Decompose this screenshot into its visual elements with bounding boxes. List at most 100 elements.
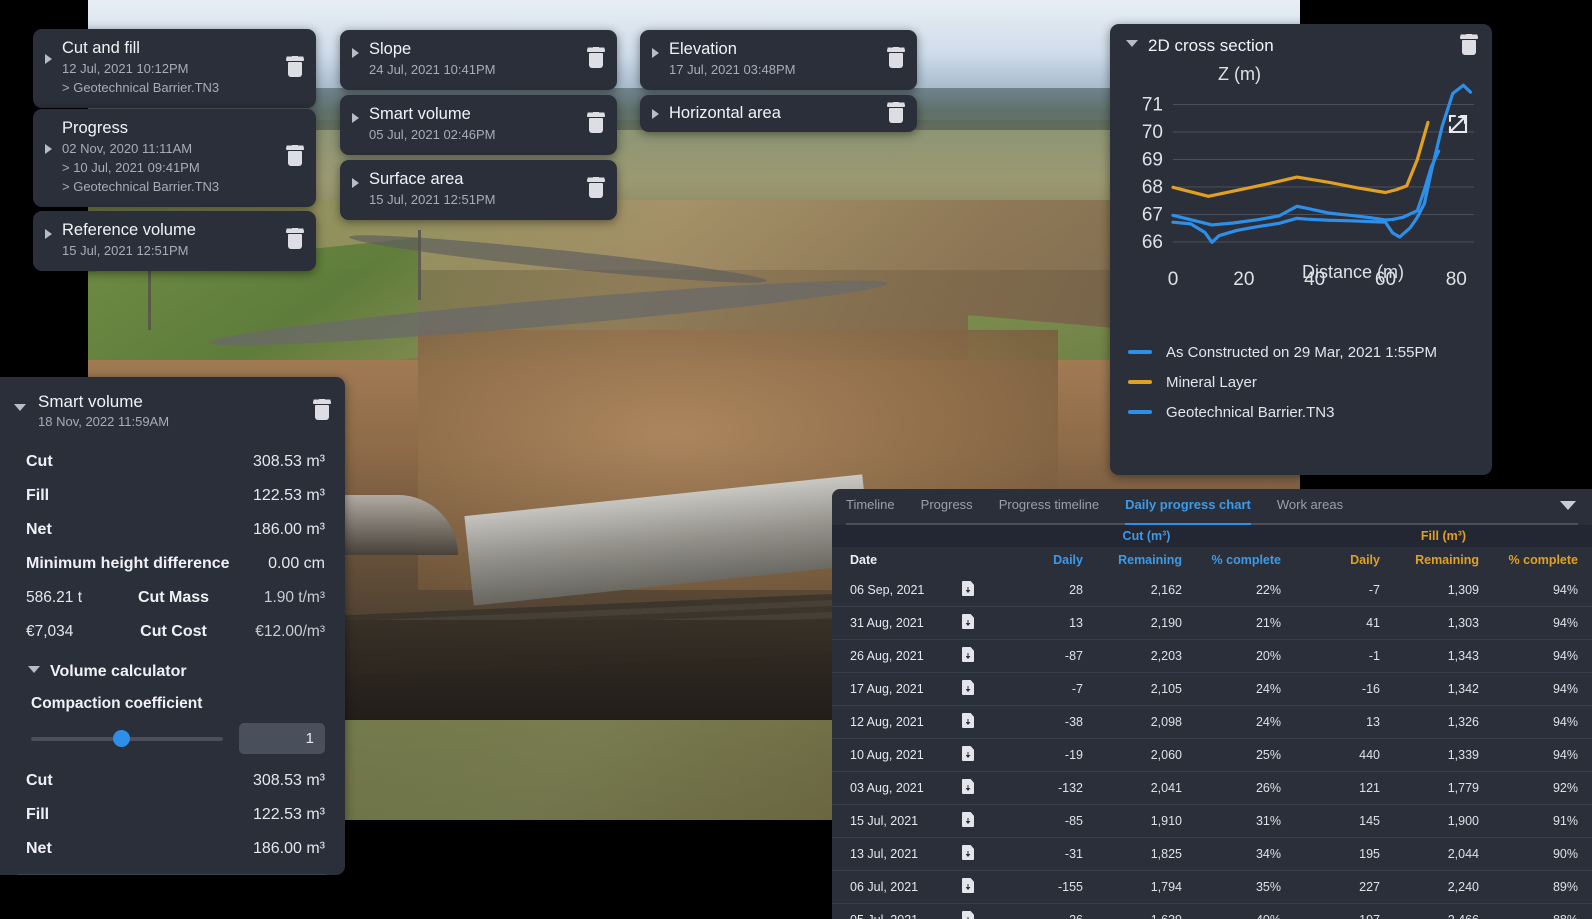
cell-document-icon[interactable] xyxy=(962,837,998,871)
y-tick-label: 69 xyxy=(1142,150,1163,171)
cell-document-icon[interactable] xyxy=(962,804,998,838)
column-header-fill-daily[interactable]: Daily xyxy=(1295,547,1394,574)
cell-cut-remaining: 1,910 xyxy=(1097,804,1196,838)
legend-item[interactable]: Mineral Layer xyxy=(1128,367,1492,397)
expand-triangle-icon[interactable] xyxy=(352,178,359,188)
document-download-icon[interactable] xyxy=(962,614,974,629)
metric-row: Net 186.00 m³ xyxy=(26,521,325,539)
collapse-triangle-icon[interactable] xyxy=(14,404,26,416)
tab-work-areas[interactable]: Work areas xyxy=(1277,497,1343,517)
active-tab-indicator xyxy=(1125,522,1251,525)
column-header-cut-daily[interactable]: Daily xyxy=(998,547,1097,574)
document-download-icon[interactable] xyxy=(962,581,974,596)
chart-y-axis-label: Z (m) xyxy=(1218,64,1261,84)
expand-triangle-icon[interactable] xyxy=(45,54,52,64)
table-row[interactable]: 26 Aug, 2021 -87 2,203 20% -1 1,343 94% xyxy=(832,639,1592,673)
expand-triangle-icon[interactable] xyxy=(652,48,659,58)
cell-document-icon[interactable] xyxy=(962,870,998,904)
document-download-icon[interactable] xyxy=(962,746,974,761)
volume-calculator-header[interactable]: Volume calculator xyxy=(0,657,345,681)
chevron-down-icon[interactable] xyxy=(1560,501,1576,510)
legend-item[interactable]: As Constructed on 29 Mar, 2021 1:55PM xyxy=(1128,337,1492,367)
expand-triangle-icon[interactable] xyxy=(352,113,359,123)
smart-volume-header[interactable]: Smart volume 18 Nov, 2022 11:59AM xyxy=(0,391,345,431)
expand-chart-icon[interactable] xyxy=(1446,112,1470,136)
layer-card-smart-volume[interactable]: Smart volume 05 Jul, 2021 02:46PM xyxy=(340,95,617,155)
document-download-icon[interactable] xyxy=(962,647,974,662)
layer-card-horizontal-area[interactable]: Horizontal area xyxy=(640,95,917,132)
expand-triangle-icon[interactable] xyxy=(352,48,359,58)
cell-document-icon[interactable] xyxy=(962,672,998,706)
document-download-icon[interactable] xyxy=(962,680,974,695)
tab-timeline[interactable]: Timeline xyxy=(846,497,895,517)
cell-cut-remaining: 2,105 xyxy=(1097,672,1196,706)
expand-triangle-icon[interactable] xyxy=(45,144,52,154)
layer-card-surface-area[interactable]: Surface area 15 Jul, 2021 12:51PM xyxy=(340,160,617,220)
cell-document-icon[interactable] xyxy=(962,639,998,673)
delete-icon[interactable] xyxy=(1460,34,1478,56)
metric-value: 186.00 m³ xyxy=(252,521,325,538)
table-row[interactable]: 05 Jul, 2021 -261,63940%-1972,46688% xyxy=(832,903,1592,919)
tab-progress-timeline[interactable]: Progress timeline xyxy=(999,497,1099,517)
cell-document-icon[interactable] xyxy=(962,771,998,805)
compaction-value-input[interactable] xyxy=(239,723,325,754)
tab-progress[interactable]: Progress xyxy=(921,497,973,517)
expand-triangle-icon[interactable] xyxy=(652,108,659,119)
cell-document-icon[interactable] xyxy=(962,606,998,640)
layer-card-cut-and-fill[interactable]: Cut and fill 12 Jul, 2021 10:12PM > Geot… xyxy=(33,29,316,108)
table-row[interactable]: 06 Jul, 2021 -155 1,794 35% 227 2,240 89% xyxy=(832,870,1592,904)
delete-icon[interactable] xyxy=(313,399,331,421)
document-download-icon[interactable] xyxy=(962,713,974,728)
delete-icon[interactable] xyxy=(286,228,304,250)
table-row[interactable]: 17 Aug, 2021 -7 2,105 24% -16 1,342 94% xyxy=(832,672,1592,706)
delete-icon[interactable] xyxy=(286,145,304,167)
table-row[interactable]: 13 Jul, 2021 -31 1,825 34% 195 2,044 90% xyxy=(832,837,1592,871)
column-header-cut-percent[interactable]: % complete xyxy=(1196,547,1295,574)
cross-section-header[interactable]: 2D cross section xyxy=(1110,34,1492,56)
metric-value: 0.00 cm xyxy=(268,555,325,572)
delete-icon[interactable] xyxy=(887,101,905,124)
layer-card-progress[interactable]: Progress 02 Nov, 2020 11:11AM > 10 Jul, … xyxy=(33,109,316,207)
column-header-cut-remaining[interactable]: Remaining xyxy=(1097,547,1196,574)
cell-document-icon[interactable] xyxy=(962,738,998,772)
table-row[interactable]: 12 Aug, 2021 -38 2,098 24% 13 1,326 94% xyxy=(832,705,1592,739)
cell-fill-daily: -1 xyxy=(1295,639,1394,673)
column-header-fill-percent[interactable]: % complete xyxy=(1493,547,1592,574)
table-row[interactable]: 31 Aug, 2021 13 2,190 21% 41 1,303 94% xyxy=(832,606,1592,640)
delete-icon[interactable] xyxy=(887,47,905,69)
document-download-icon[interactable] xyxy=(962,878,974,893)
table-row[interactable]: 06 Sep, 2021 28 2,162 22% -7 1,309 94% xyxy=(832,574,1592,607)
expand-triangle-icon[interactable] xyxy=(45,229,52,239)
cell-fill-percent: 90% xyxy=(1493,837,1592,871)
delete-icon[interactable] xyxy=(587,47,605,69)
column-header-date[interactable]: Date xyxy=(832,547,962,574)
column-header-fill-remaining[interactable]: Remaining xyxy=(1394,547,1493,574)
cell-fill-remaining: 1,342 xyxy=(1394,672,1493,706)
cell-document-icon[interactable] xyxy=(962,903,998,919)
layer-card-slope[interactable]: Slope 24 Jul, 2021 10:41PM xyxy=(340,30,617,90)
cell-cut-percent: 24% xyxy=(1196,705,1295,739)
slider-thumb[interactable] xyxy=(112,730,130,747)
document-download-icon[interactable] xyxy=(962,812,974,827)
delete-icon[interactable] xyxy=(286,55,304,78)
cell-fill-remaining: 1,900 xyxy=(1394,804,1493,838)
table-row[interactable]: 03 Aug, 2021 -132 2,041 26% 121 1,779 92% xyxy=(832,771,1592,805)
tab-daily-progress-chart[interactable]: Daily progress chart xyxy=(1125,497,1251,517)
collapse-triangle-icon[interactable] xyxy=(1126,40,1138,52)
cell-document-icon[interactable] xyxy=(962,574,998,607)
layer-card-reference-volume[interactable]: Reference volume 15 Jul, 2021 12:51PM xyxy=(33,211,316,271)
cell-document-icon[interactable] xyxy=(962,705,998,739)
collapse-triangle-icon[interactable] xyxy=(28,666,40,678)
delete-icon[interactable] xyxy=(587,112,605,134)
table-row[interactable]: 10 Aug, 2021 -19 2,060 25% 440 1,339 94% xyxy=(832,738,1592,772)
x-tick-label: 0 xyxy=(1168,269,1179,290)
document-download-icon[interactable] xyxy=(962,911,974,919)
table-row[interactable]: 15 Jul, 2021 -85 1,910 31% 145 1,900 91% xyxy=(832,804,1592,838)
document-download-icon[interactable] xyxy=(962,779,974,794)
compaction-slider[interactable] xyxy=(31,730,223,747)
delete-icon[interactable] xyxy=(587,177,605,199)
cell-cut-daily: -7 xyxy=(998,672,1097,706)
legend-item[interactable]: Geotechnical Barrier.TN3 xyxy=(1128,397,1492,427)
layer-card-elevation[interactable]: Elevation 17 Jul, 2021 03:48PM xyxy=(640,30,917,90)
document-download-icon[interactable] xyxy=(962,845,974,860)
